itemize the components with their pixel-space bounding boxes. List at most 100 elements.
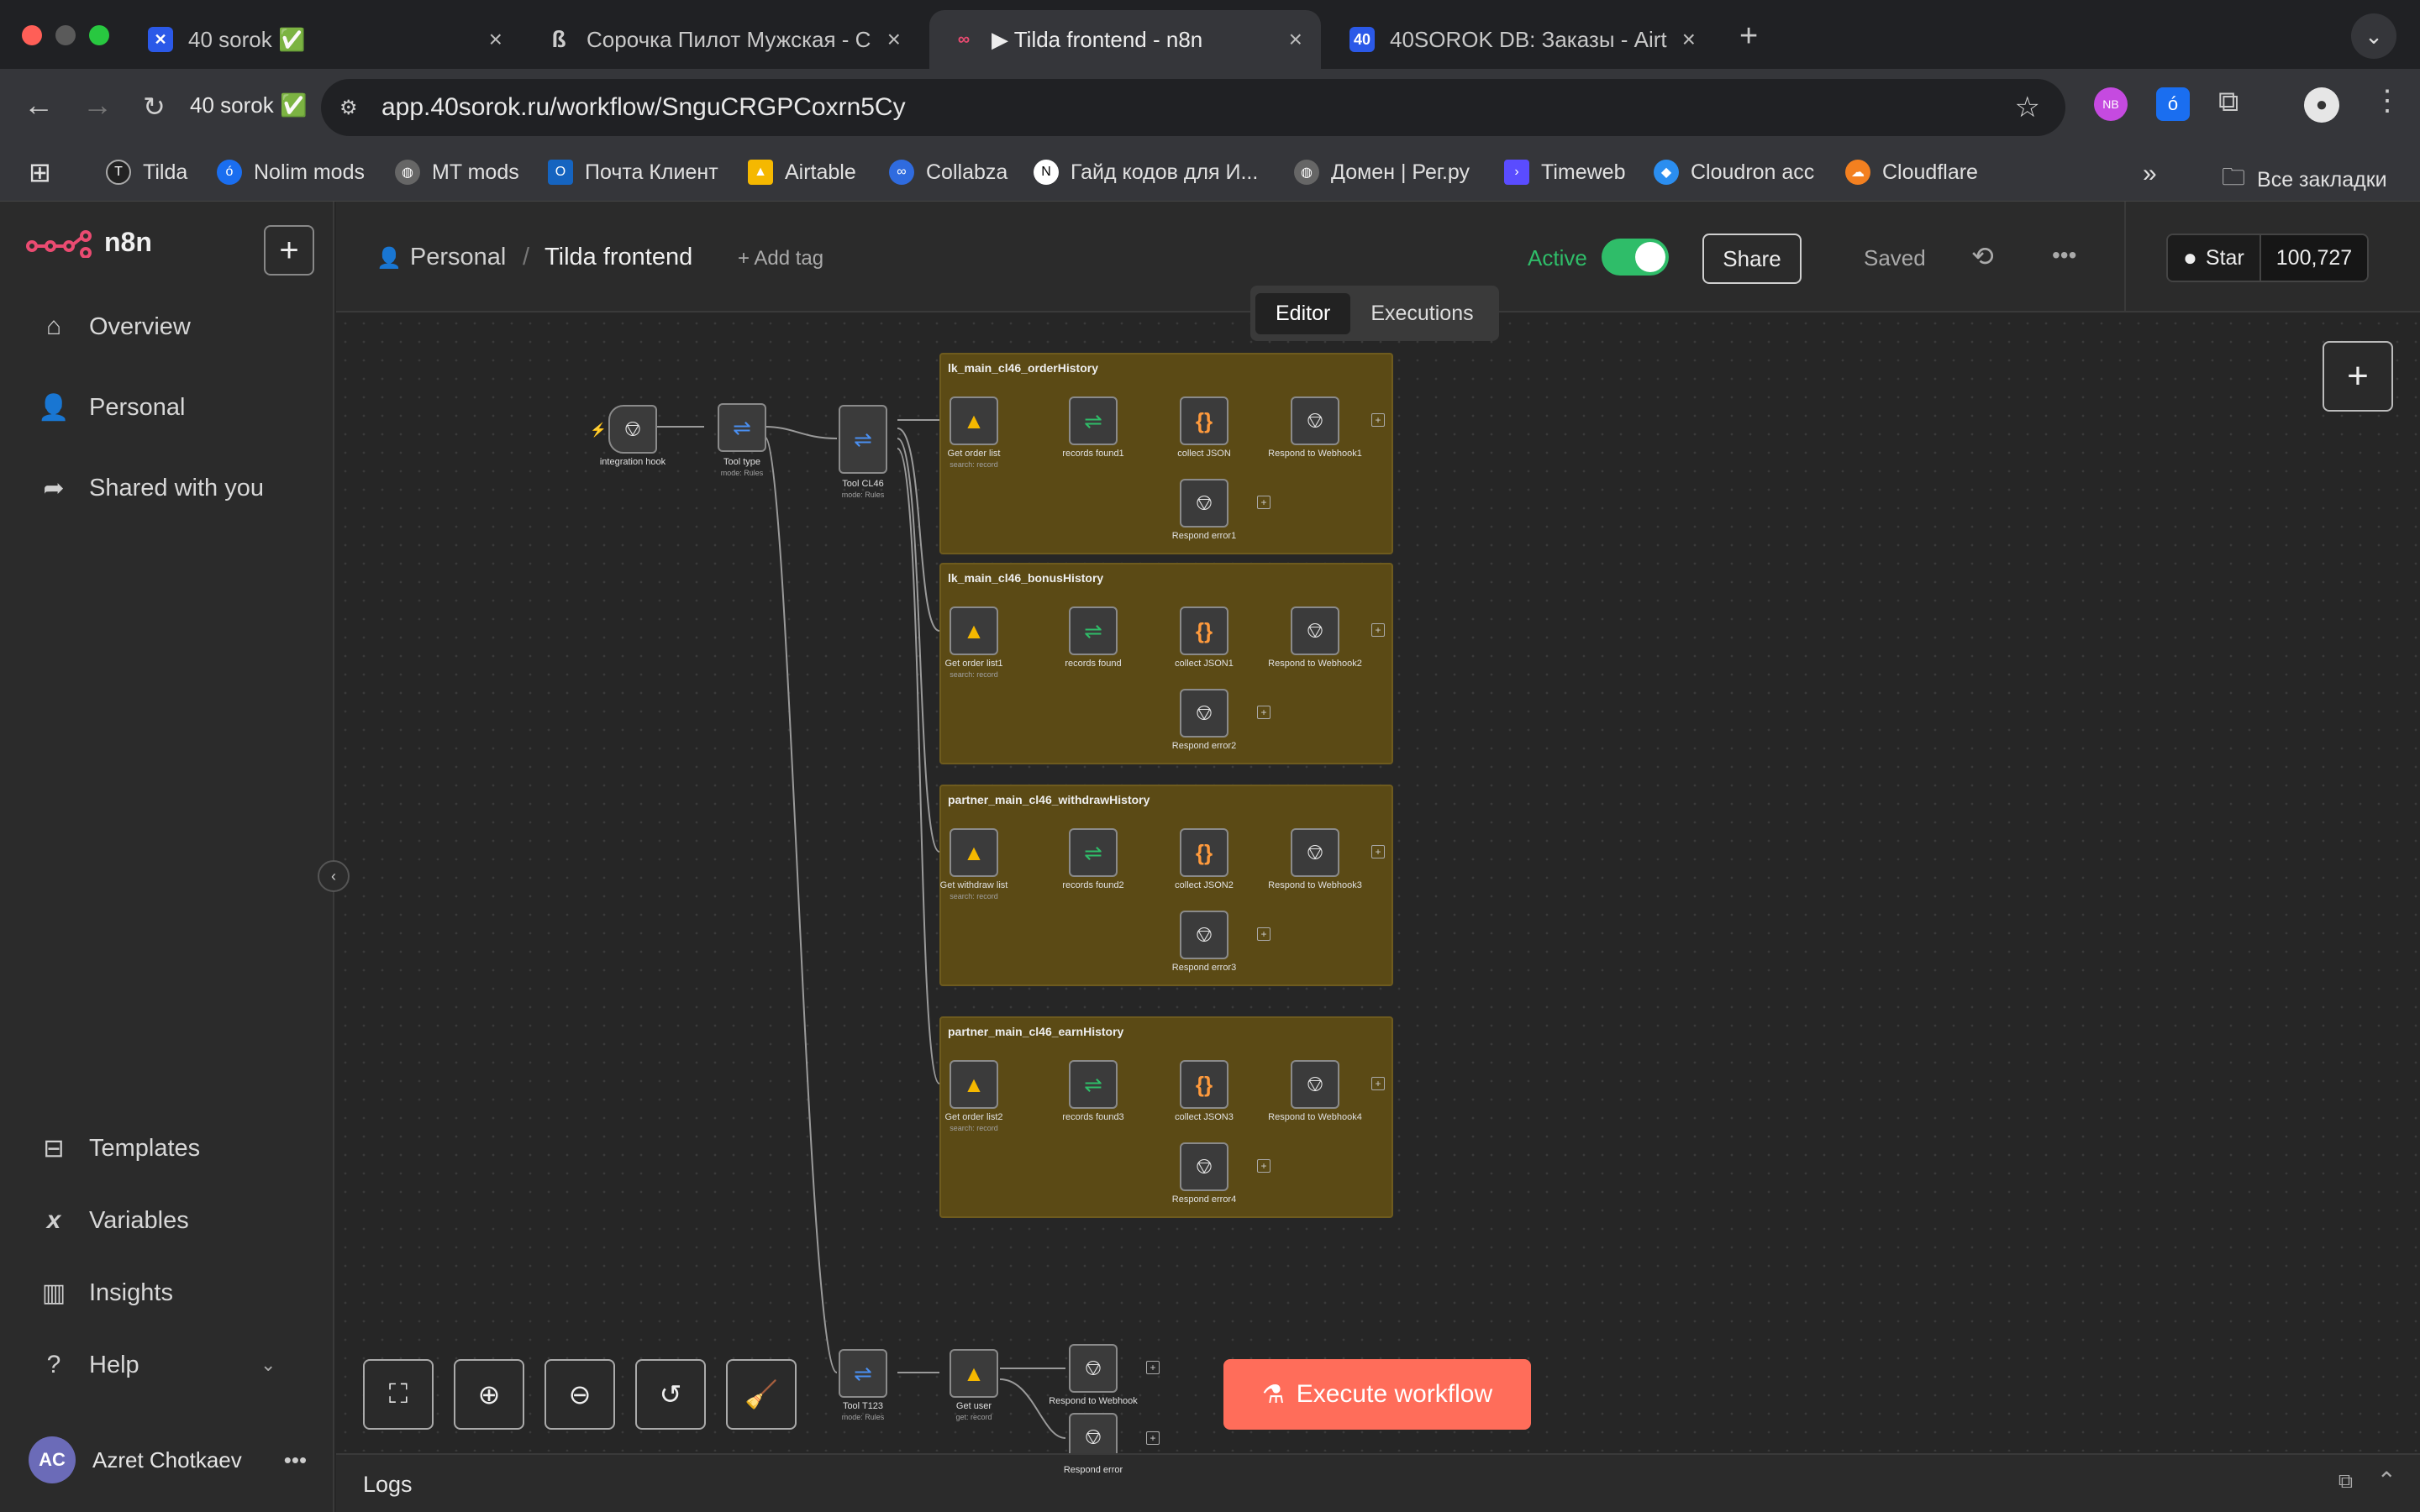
if-node[interactable]: ⇌ bbox=[1069, 1060, 1118, 1109]
nav-personal[interactable]: 👤 Personal bbox=[37, 393, 185, 423]
workflow-name[interactable]: Tilda frontend bbox=[544, 244, 692, 271]
respond-error-node[interactable]: ⎊ bbox=[1180, 1142, 1228, 1191]
add-node-plus-icon[interactable]: + bbox=[1371, 1077, 1385, 1090]
respond-webhook-node[interactable]: ⎊ bbox=[1291, 828, 1339, 877]
apps-grid-icon[interactable]: ⊞ bbox=[29, 156, 51, 188]
bookmark-mail[interactable]: O Почта Клиент bbox=[548, 160, 718, 185]
address-bar[interactable]: ⚙ app.40sorok.ru/workflow/SnguCRGPCoxrn5… bbox=[321, 79, 2065, 136]
history-icon[interactable]: ⟲ bbox=[1971, 240, 1994, 272]
browser-tab-3[interactable]: ∞ ▶ Tilda frontend - n8n × bbox=[929, 10, 1321, 69]
bookmark-regru[interactable]: ◍ Домен | Рег.ру bbox=[1294, 160, 1470, 185]
create-button[interactable]: + bbox=[264, 225, 314, 276]
share-button[interactable]: Share bbox=[1702, 234, 1802, 284]
execute-workflow-button[interactable]: ⚗ Execute workflow bbox=[1223, 1359, 1531, 1430]
bookmark-tilda[interactable]: T Tilda bbox=[106, 160, 187, 185]
code-node[interactable]: {} bbox=[1180, 1060, 1228, 1109]
tab-executions[interactable]: Executions bbox=[1350, 293, 1493, 334]
close-tab-icon[interactable]: × bbox=[887, 26, 901, 53]
code-node[interactable]: {} bbox=[1180, 396, 1228, 445]
fit-view-button[interactable]: ⛶ bbox=[363, 1359, 434, 1430]
nav-overview[interactable]: ⌂ Overview bbox=[37, 312, 191, 341]
close-tab-icon[interactable]: × bbox=[1682, 26, 1696, 53]
switch-node-tool-cl46[interactable]: ⇌ bbox=[839, 405, 887, 474]
tab-editor[interactable]: Editor bbox=[1255, 292, 1351, 334]
nav-insights[interactable]: ▥ Insights bbox=[37, 1278, 173, 1308]
respond-webhook-node[interactable]: ⎊ bbox=[1069, 1344, 1118, 1393]
all-bookmarks-folder[interactable]: 🗀 Все закладки bbox=[2222, 160, 2387, 200]
nav-templates[interactable]: ⊟ Templates bbox=[37, 1134, 200, 1163]
bookmark-star-icon[interactable]: ☆ bbox=[2015, 91, 2040, 124]
extensions-puzzle-icon[interactable]: ⧉ bbox=[2218, 86, 2238, 118]
back-arrow-icon[interactable]: ← bbox=[24, 87, 54, 123]
site-settings-icon[interactable]: ⚙ bbox=[339, 96, 358, 120]
reset-zoom-button[interactable]: ↺ bbox=[635, 1359, 706, 1430]
add-node-button[interactable]: + bbox=[2323, 341, 2393, 412]
add-node-plus-icon[interactable]: + bbox=[1257, 706, 1270, 719]
add-node-plus-icon[interactable]: + bbox=[1371, 623, 1385, 637]
bookmark-cloudflare[interactable]: ☁ Cloudflare bbox=[1845, 160, 1978, 185]
add-node-plus-icon[interactable]: + bbox=[1146, 1431, 1160, 1445]
respond-webhook-node[interactable]: ⎊ bbox=[1291, 606, 1339, 655]
bookmark-mt[interactable]: ◍ MT mods bbox=[395, 160, 519, 185]
browser-tab-2[interactable]: ß Сорочка Пилот Мужская - С × bbox=[524, 10, 919, 69]
bookmark-airtable[interactable]: ▲ Airtable bbox=[748, 160, 856, 185]
respond-webhook-node[interactable]: ⎊ bbox=[1291, 396, 1339, 445]
github-star-widget[interactable]: ● Star 100,727 bbox=[2166, 234, 2370, 282]
bookmark-timeweb[interactable]: › Timeweb bbox=[1504, 160, 1626, 185]
chevron-up-icon[interactable]: ⌃ bbox=[2377, 1467, 2396, 1494]
maximize-window-button[interactable] bbox=[89, 25, 109, 45]
more-options-icon[interactable]: ••• bbox=[2052, 242, 2076, 269]
close-window-button[interactable] bbox=[22, 25, 42, 45]
add-tag-link[interactable]: + Add tag bbox=[738, 247, 823, 270]
browser-menu-icon[interactable]: ⋮ bbox=[2373, 84, 2402, 118]
if-node[interactable]: ⇌ bbox=[1069, 396, 1118, 445]
n8n-logo[interactable]: n8n bbox=[25, 227, 152, 258]
active-toggle[interactable] bbox=[1602, 239, 1669, 276]
zoom-out-button[interactable]: ⊖ bbox=[544, 1359, 615, 1430]
nav-shared[interactable]: ➦ Shared with you bbox=[37, 474, 264, 503]
user-options-icon[interactable]: ••• bbox=[284, 1447, 307, 1473]
popout-icon[interactable]: ⧉ bbox=[2338, 1470, 2353, 1494]
airtable-node[interactable]: ▲ bbox=[950, 606, 998, 655]
github-star-button[interactable]: ● Star bbox=[2168, 235, 2260, 281]
if-node[interactable]: ⇌ bbox=[1069, 606, 1118, 655]
profile-icon[interactable]: ● bbox=[2304, 87, 2339, 123]
respond-error-node[interactable]: ⎊ bbox=[1180, 479, 1228, 528]
webhook-trigger-node[interactable]: ⎊ bbox=[608, 405, 657, 454]
add-node-plus-icon[interactable]: + bbox=[1257, 1159, 1270, 1173]
airtable-node[interactable]: ▲ bbox=[950, 1060, 998, 1109]
switch-node-tool-type[interactable]: ⇌ bbox=[718, 403, 766, 452]
bookmark-guide[interactable]: N Гайд кодов для И... bbox=[1034, 160, 1258, 185]
nav-variables[interactable]: x Variables bbox=[37, 1206, 189, 1235]
browser-tab-4[interactable]: 40 40SOROK DB: Заказы - Airta × bbox=[1328, 10, 1714, 69]
nav-help[interactable]: ? Help ⌄ bbox=[37, 1351, 276, 1379]
collapse-sidebar-button[interactable]: ‹ bbox=[318, 860, 350, 892]
tab-search-button[interactable]: ⌄ bbox=[2351, 13, 2396, 59]
code-node[interactable]: {} bbox=[1180, 828, 1228, 877]
airtable-get-user-node[interactable]: ▲ bbox=[950, 1349, 998, 1398]
browser-tab-1[interactable]: ✕ 40 sorok ✅ × bbox=[126, 10, 521, 69]
add-node-plus-icon[interactable]: + bbox=[1371, 413, 1385, 427]
url-text[interactable]: app.40sorok.ru/workflow/SnguCRGPCoxrn5Cy bbox=[381, 93, 906, 122]
add-node-plus-icon[interactable]: + bbox=[1146, 1361, 1160, 1374]
add-node-plus-icon[interactable]: + bbox=[1371, 845, 1385, 858]
new-tab-button[interactable]: + bbox=[1739, 18, 1758, 55]
zoom-in-button[interactable]: ⊕ bbox=[454, 1359, 524, 1430]
bookmark-nolim[interactable]: ó Nolim mods bbox=[217, 160, 365, 185]
forward-arrow-icon[interactable]: → bbox=[82, 87, 113, 123]
logs-panel[interactable]: Logs ⧉ ⌃ bbox=[336, 1453, 2420, 1512]
code-node[interactable]: {} bbox=[1180, 606, 1228, 655]
bookmark-collabza[interactable]: ∞ Collabza bbox=[889, 160, 1007, 185]
switch-node-tool-t123[interactable]: ⇌ bbox=[839, 1349, 887, 1398]
close-tab-icon[interactable]: × bbox=[489, 26, 502, 53]
respond-webhook-node[interactable]: ⎊ bbox=[1291, 1060, 1339, 1109]
tidy-up-button[interactable]: 🧹 bbox=[726, 1359, 797, 1430]
add-node-plus-icon[interactable]: + bbox=[1257, 927, 1270, 941]
user-menu[interactable]: AC Azret Chotkaev ••• bbox=[29, 1436, 307, 1483]
airtable-node[interactable]: ▲ bbox=[950, 396, 998, 445]
if-node[interactable]: ⇌ bbox=[1069, 828, 1118, 877]
reload-icon[interactable]: ↻ bbox=[143, 91, 166, 123]
extension-icon[interactable]: ó bbox=[2156, 87, 2190, 121]
add-node-plus-icon[interactable]: + bbox=[1257, 496, 1270, 509]
close-tab-icon[interactable]: × bbox=[1289, 26, 1302, 53]
